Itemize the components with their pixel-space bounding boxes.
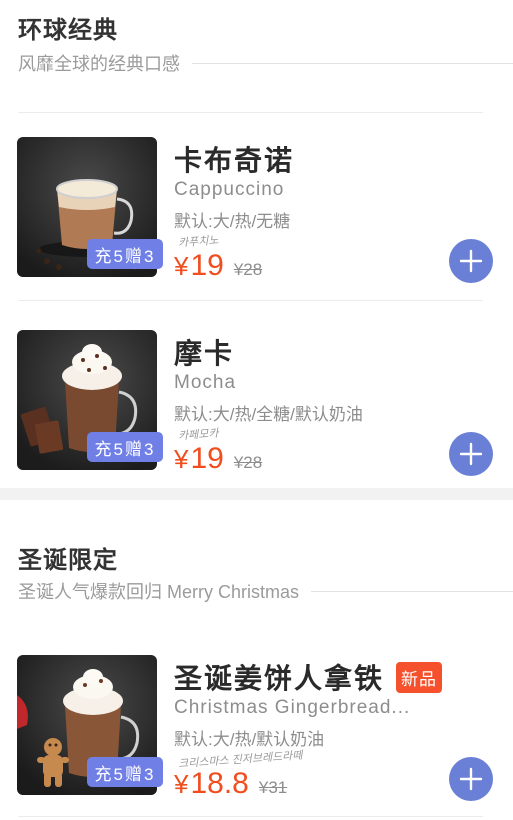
section-subtitle: 圣诞人气爆款回归 Merry Christmas — [18, 578, 513, 604]
handwritten-note: 카페모카 — [177, 427, 219, 443]
product-name-text: 摩卡 — [174, 338, 235, 369]
section-subtitle-text: 圣诞人气爆款回归 Merry Christmas — [18, 582, 300, 602]
handwritten-note: 카푸치노 — [177, 234, 219, 250]
plus-icon — [459, 767, 483, 791]
product-name-text: 卡布奇诺 — [174, 145, 295, 176]
currency-symbol: ¥ — [174, 251, 189, 281]
currency-symbol: ¥ — [174, 769, 189, 799]
product-spec: 默认:大/热/全糖/默认奶油 — [174, 405, 363, 424]
section-separator — [0, 488, 513, 500]
product-name: 卡布奇诺 — [174, 139, 294, 179]
section-global-classics: 环球经典 风靡全球的经典口感 充5赠3 卡布奇诺 Cappuccino 默认:大… — [0, 0, 513, 488]
price-block: ¥ 19 ¥28 — [174, 249, 262, 283]
subtitle-rule — [192, 62, 513, 64]
product-english-name: Mocha — [174, 372, 237, 393]
promo-badge: 充5赠3 — [87, 757, 163, 787]
product-card-mocha[interactable]: 充5赠3 摩卡 Mocha 默认:大/热/全糖/默认奶油 카페모카 ¥ 19 ¥… — [0, 330, 513, 480]
plus-icon — [459, 249, 483, 273]
divider — [18, 300, 483, 301]
original-price: ¥28 — [233, 260, 263, 279]
divider — [18, 816, 483, 817]
product-card-gingerbread-latte[interactable]: 充5赠3 圣诞姜饼人拿铁 新品 Christmas Gingerbread...… — [0, 655, 513, 805]
original-price: ¥31 — [258, 778, 288, 797]
current-price: 19 — [190, 249, 224, 282]
section-christmas-limited: 圣诞限定 圣诞人气爆款回归 Merry Christmas 充5赠3 圣诞姜饼人… — [0, 500, 513, 820]
price-block: ¥ 19 ¥28 — [174, 442, 262, 476]
product-spec: 默认:大/热/无糖 — [174, 212, 291, 231]
currency-symbol: ¥ — [174, 444, 189, 474]
product-english-name: Christmas Gingerbread... — [174, 697, 411, 718]
product-name: 摩卡 — [174, 332, 234, 372]
new-badge: 新品 — [396, 661, 443, 693]
current-price: 18.8 — [190, 767, 249, 800]
section-title: 环球经典 — [18, 17, 118, 44]
original-price: ¥28 — [233, 453, 263, 472]
price-block: ¥ 18.8 ¥31 — [174, 767, 287, 801]
product-name: 圣诞姜饼人拿铁 新品 — [174, 657, 443, 697]
plus-icon — [459, 442, 483, 466]
section-subtitle-text: 风靡全球的经典口感 — [18, 54, 180, 74]
section-subtitle: 风靡全球的经典口感 — [18, 50, 513, 76]
product-card-cappuccino[interactable]: 充5赠3 卡布奇诺 Cappuccino 默认:大/热/无糖 카푸치노 ¥ 19… — [0, 137, 513, 287]
add-to-cart-button[interactable] — [449, 757, 493, 801]
promo-badge: 充5赠3 — [87, 432, 163, 462]
section-title: 圣诞限定 — [18, 547, 118, 574]
product-name-text: 圣诞姜饼人拿铁 — [174, 663, 385, 694]
product-english-name: Cappuccino — [174, 179, 285, 200]
subtitle-rule — [311, 590, 513, 592]
add-to-cart-button[interactable] — [449, 432, 493, 476]
add-to-cart-button[interactable] — [449, 239, 493, 283]
current-price: 19 — [190, 442, 224, 475]
promo-badge: 充5赠3 — [87, 239, 163, 269]
divider — [18, 112, 483, 113]
